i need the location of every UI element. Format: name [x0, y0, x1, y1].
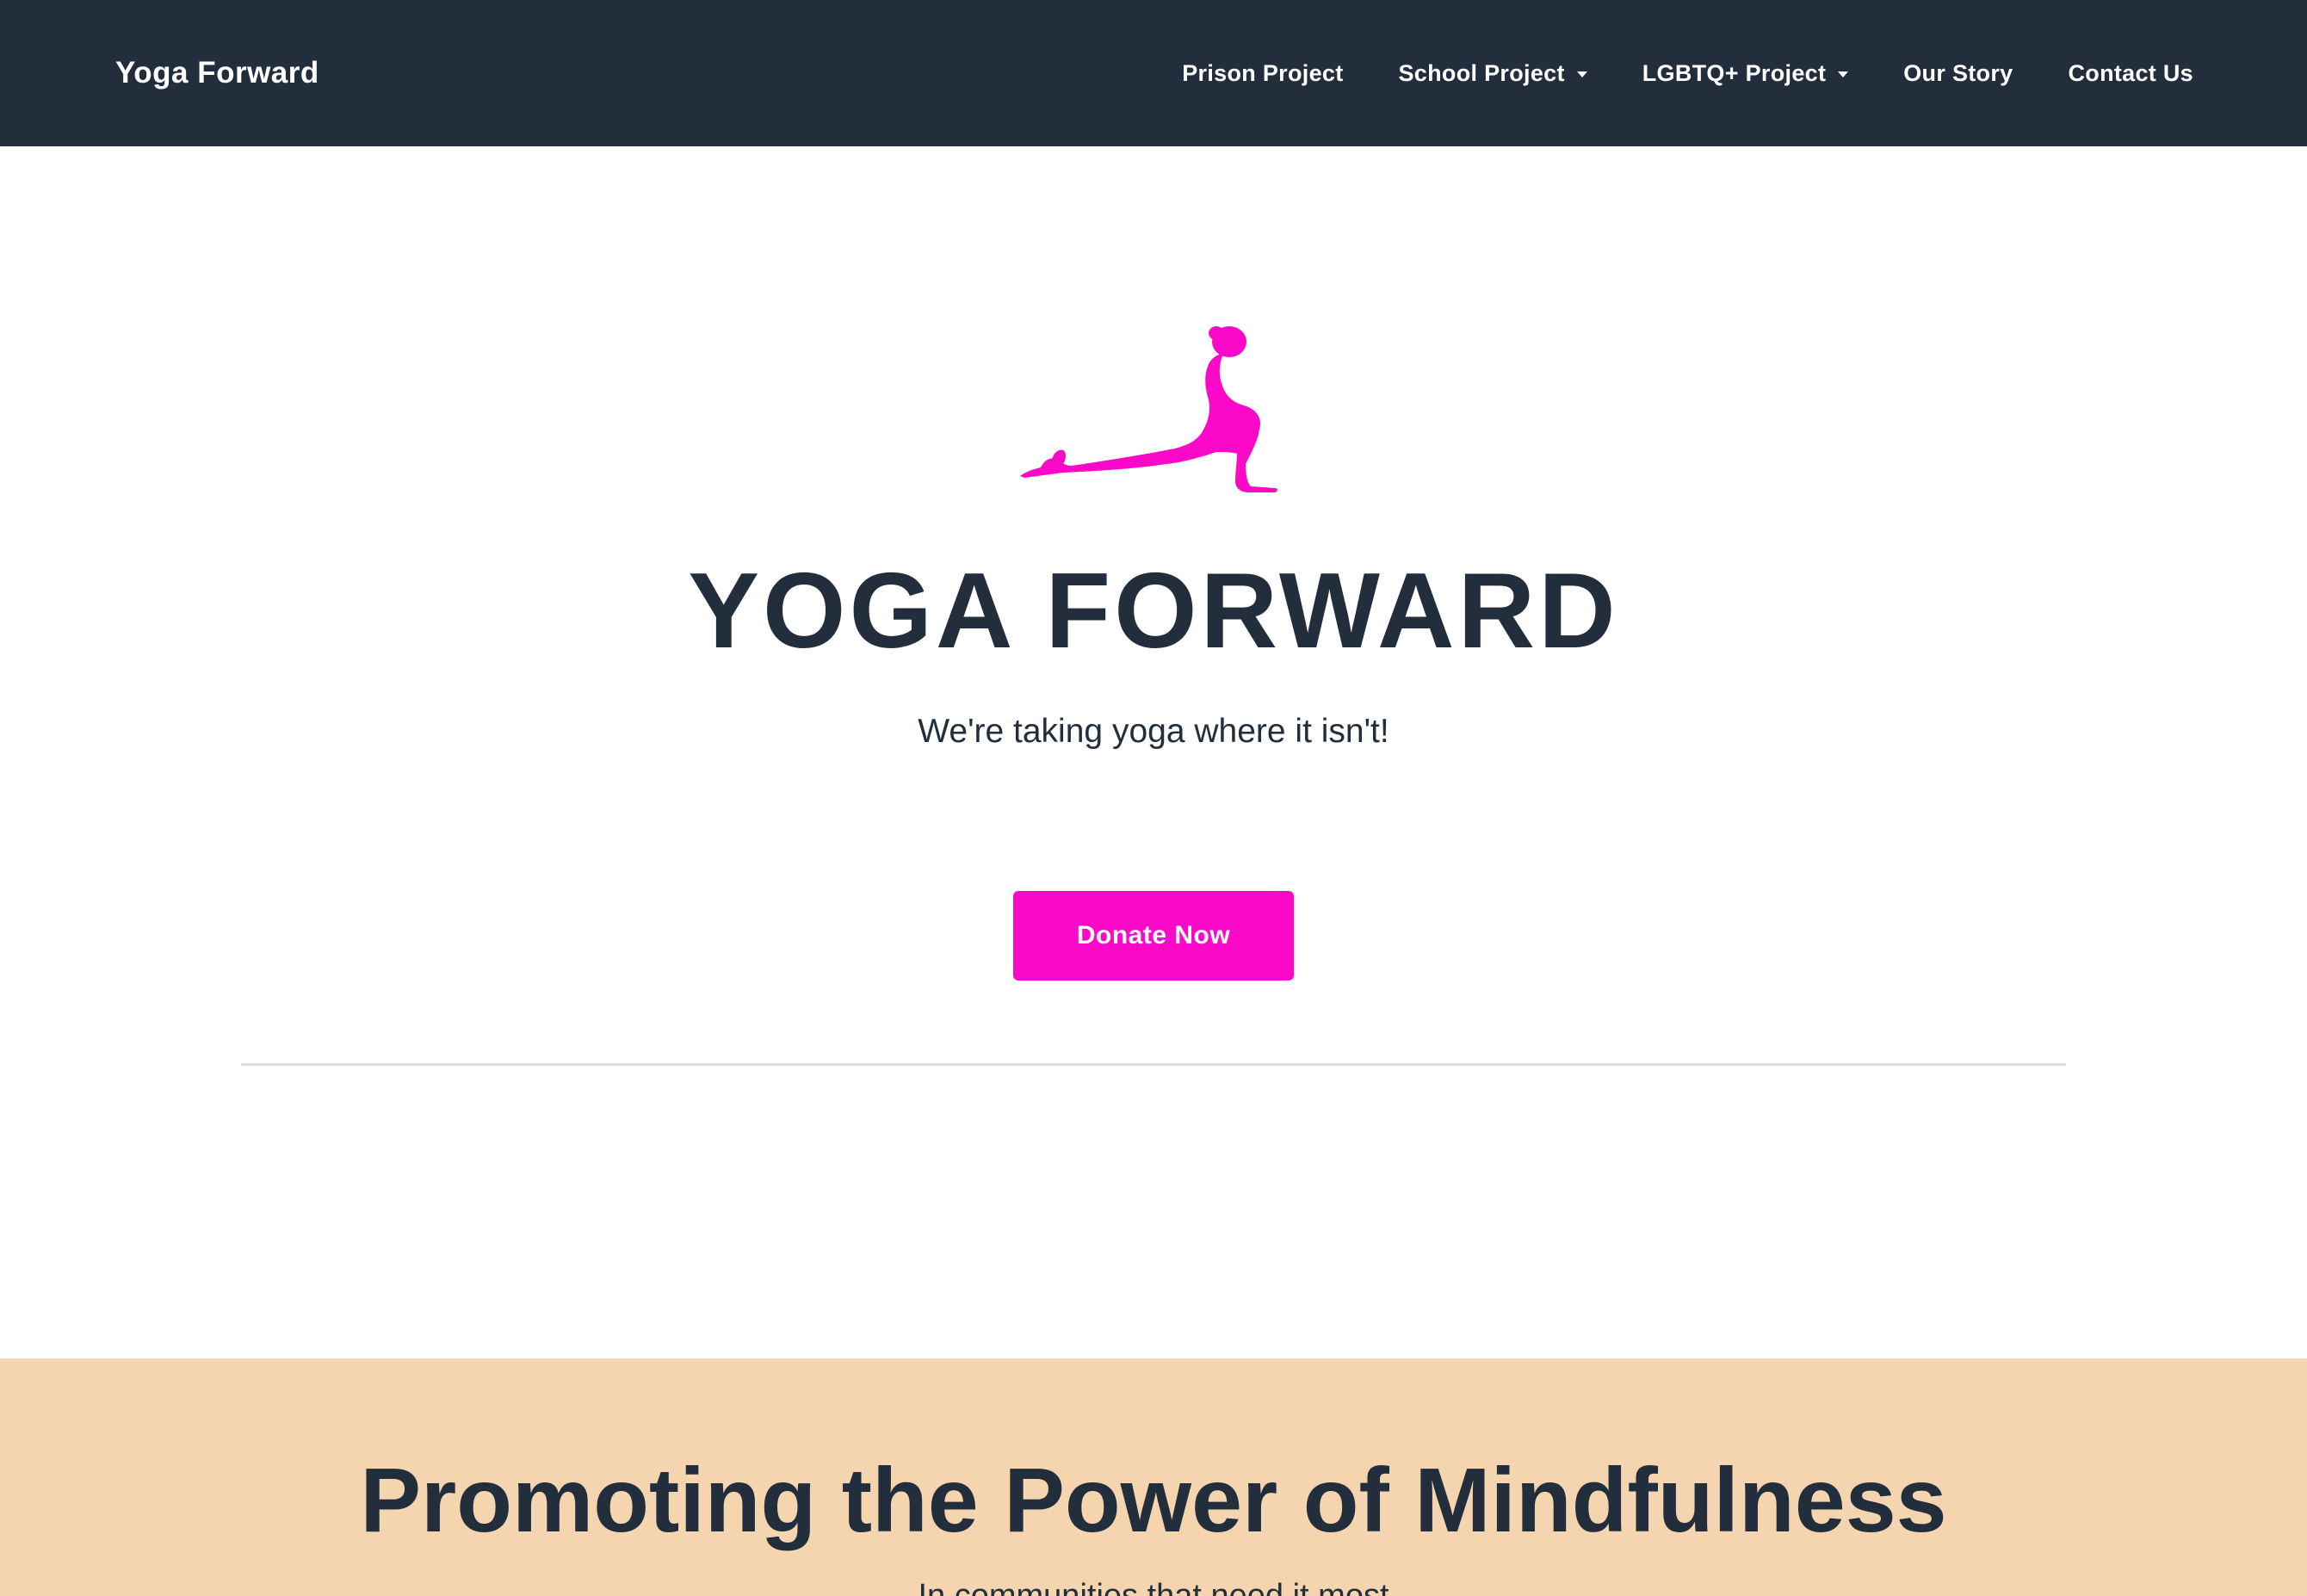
nav-item-contact-us[interactable]: Contact Us: [2040, 60, 2193, 87]
nav-item-lgbtq-project[interactable]: LGBTQ+ Project: [1615, 60, 1877, 87]
nav-item-label: Contact Us: [2068, 59, 2193, 86]
hero-title: YOGA FORWARD: [688, 552, 1619, 671]
nav-links: Prison Project School Project LGBTQ+ Pro…: [1154, 60, 2193, 87]
mindfulness-section: Promoting the Power of Mindfulness In co…: [0, 1358, 2307, 1596]
hero-subtitle: We're taking yoga where it isn't!: [918, 713, 1389, 750]
nav-item-label: Our Story: [1903, 59, 2013, 86]
nav-item-label: Prison Project: [1182, 59, 1344, 86]
nav-item-label: LGBTQ+ Project: [1642, 59, 1827, 86]
mindfulness-subtitle: In communities that need it most: [918, 1578, 1389, 1596]
top-navbar: Yoga Forward Prison Project School Proje…: [0, 0, 2307, 146]
yoga-cobra-pose-icon: [1020, 326, 1277, 492]
hero-section: YOGA FORWARD We're taking yoga where it …: [0, 146, 2307, 1358]
caret-down-icon: [1838, 71, 1849, 77]
caret-down-icon: [1576, 71, 1587, 77]
hero-divider: [241, 1063, 2066, 1066]
nav-item-our-story[interactable]: Our Story: [1876, 60, 2040, 87]
brand-link[interactable]: Yoga Forward: [115, 56, 319, 90]
nav-item-prison-project[interactable]: Prison Project: [1154, 60, 1370, 87]
donate-now-button[interactable]: Donate Now: [1013, 891, 1294, 980]
nav-item-school-project[interactable]: School Project: [1371, 60, 1615, 87]
mindfulness-title: Promoting the Power of Mindfulness: [360, 1450, 1947, 1551]
nav-item-label: School Project: [1398, 59, 1565, 86]
